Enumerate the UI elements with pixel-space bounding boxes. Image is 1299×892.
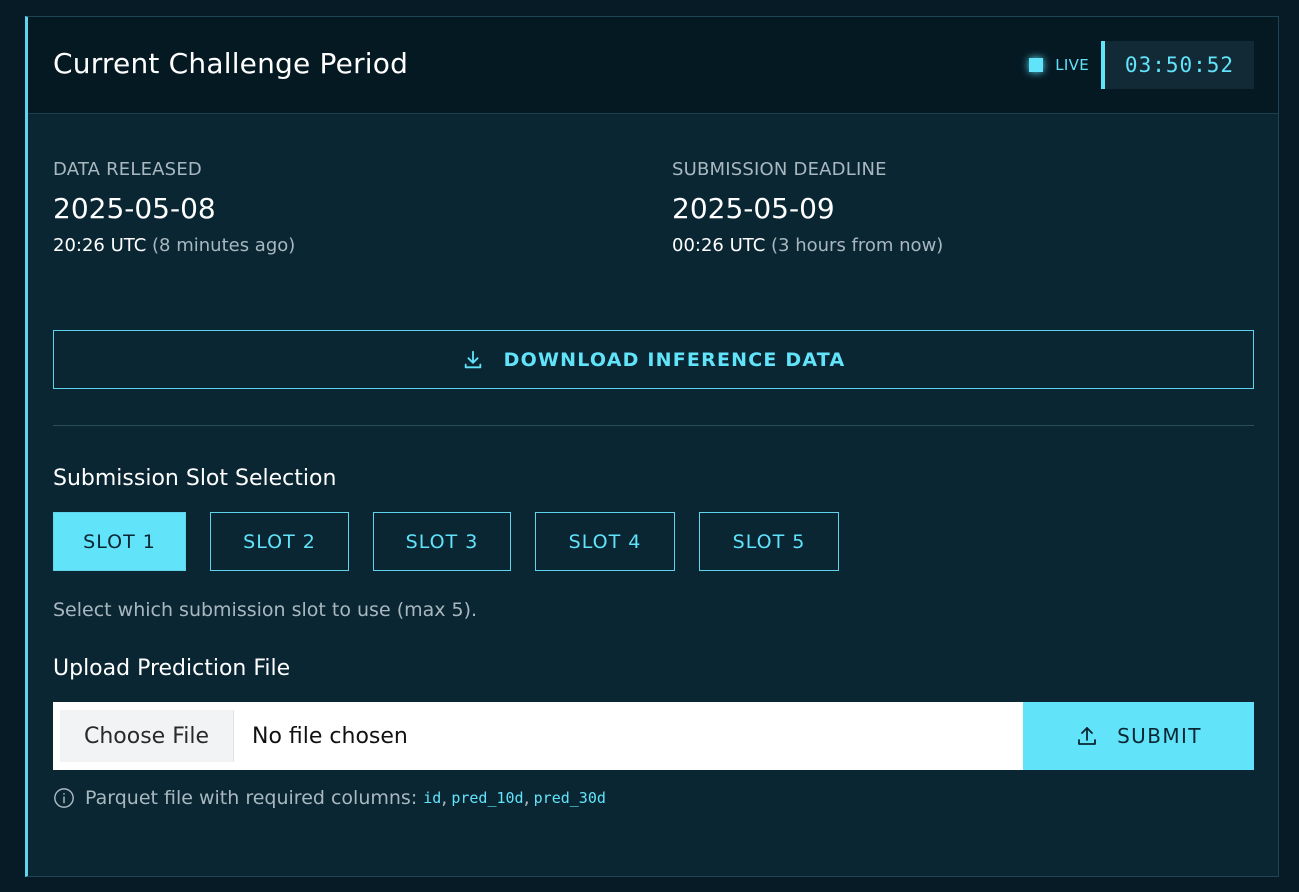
live-indicator-icon bbox=[1029, 58, 1044, 72]
live-status: LIVE 03:50:52 bbox=[1029, 41, 1254, 89]
countdown-timer: 03:50:52 bbox=[1101, 41, 1254, 89]
data-released-time-line: 20:26 UTC (8 minutes ago) bbox=[53, 235, 295, 256]
download-label: DOWNLOAD INFERENCE DATA bbox=[503, 348, 846, 371]
slot-hint: Select which submission slot to use (max… bbox=[53, 599, 478, 621]
column-pred-30d: pred_30d bbox=[533, 789, 606, 807]
file-input[interactable]: Choose File No file chosen bbox=[53, 702, 1023, 770]
data-released-time: 20:26 UTC bbox=[53, 235, 147, 256]
column-separator: , bbox=[523, 787, 530, 809]
submit-label: SUBMIT bbox=[1117, 724, 1202, 748]
submission-deadline-block: SUBMISSION DEADLINE 2025-05-09 00:26 UTC… bbox=[672, 159, 943, 256]
page-title: Current Challenge Period bbox=[53, 47, 409, 80]
upload-row: Choose File No file chosen SUBMIT bbox=[53, 702, 1254, 770]
live-label: LIVE bbox=[1055, 56, 1089, 74]
panel-header: Current Challenge Period LIVE 03:50:52 bbox=[28, 17, 1278, 114]
column-id: id bbox=[423, 789, 442, 807]
slot-3-button[interactable]: SLOT 3 bbox=[373, 512, 511, 571]
section-divider bbox=[53, 425, 1254, 426]
submission-deadline-time-line: 00:26 UTC (3 hours from now) bbox=[672, 235, 943, 256]
data-released-label: DATA RELEASED bbox=[53, 159, 202, 180]
file-status: No file chosen bbox=[252, 723, 408, 749]
info-icon bbox=[54, 788, 74, 808]
file-requirements-note: Parquet file with required columns: id, … bbox=[53, 787, 606, 809]
data-released-date: 2025-05-08 bbox=[53, 192, 216, 225]
submission-deadline-label: SUBMISSION DEADLINE bbox=[672, 159, 887, 180]
download-icon bbox=[464, 350, 481, 368]
data-released-block: DATA RELEASED 2025-05-08 20:26 UTC (8 mi… bbox=[53, 159, 295, 256]
challenge-panel: Current Challenge Period LIVE 03:50:52 D… bbox=[25, 16, 1279, 877]
file-note-text: Parquet file with required columns: bbox=[85, 787, 418, 809]
data-released-relative: (8 minutes ago) bbox=[152, 235, 296, 256]
submission-deadline-relative: (3 hours from now) bbox=[771, 235, 944, 256]
submission-deadline-time: 00:26 UTC bbox=[672, 235, 766, 256]
column-pred-10d: pred_10d bbox=[451, 789, 524, 807]
slot-selection-title: Submission Slot Selection bbox=[53, 466, 337, 491]
column-separator: , bbox=[441, 787, 448, 809]
upload-icon bbox=[1078, 727, 1096, 745]
slot-5-button[interactable]: SLOT 5 bbox=[699, 512, 839, 571]
submission-deadline-date: 2025-05-09 bbox=[672, 192, 835, 225]
submit-button[interactable]: SUBMIT bbox=[1023, 702, 1254, 770]
slot-2-button[interactable]: SLOT 2 bbox=[210, 512, 349, 571]
upload-title: Upload Prediction File bbox=[53, 656, 291, 681]
download-inference-data-button[interactable]: DOWNLOAD INFERENCE DATA bbox=[53, 330, 1254, 389]
slot-4-button[interactable]: SLOT 4 bbox=[535, 512, 675, 571]
choose-file-button[interactable]: Choose File bbox=[60, 710, 234, 762]
slot-1-button[interactable]: SLOT 1 bbox=[53, 512, 186, 571]
